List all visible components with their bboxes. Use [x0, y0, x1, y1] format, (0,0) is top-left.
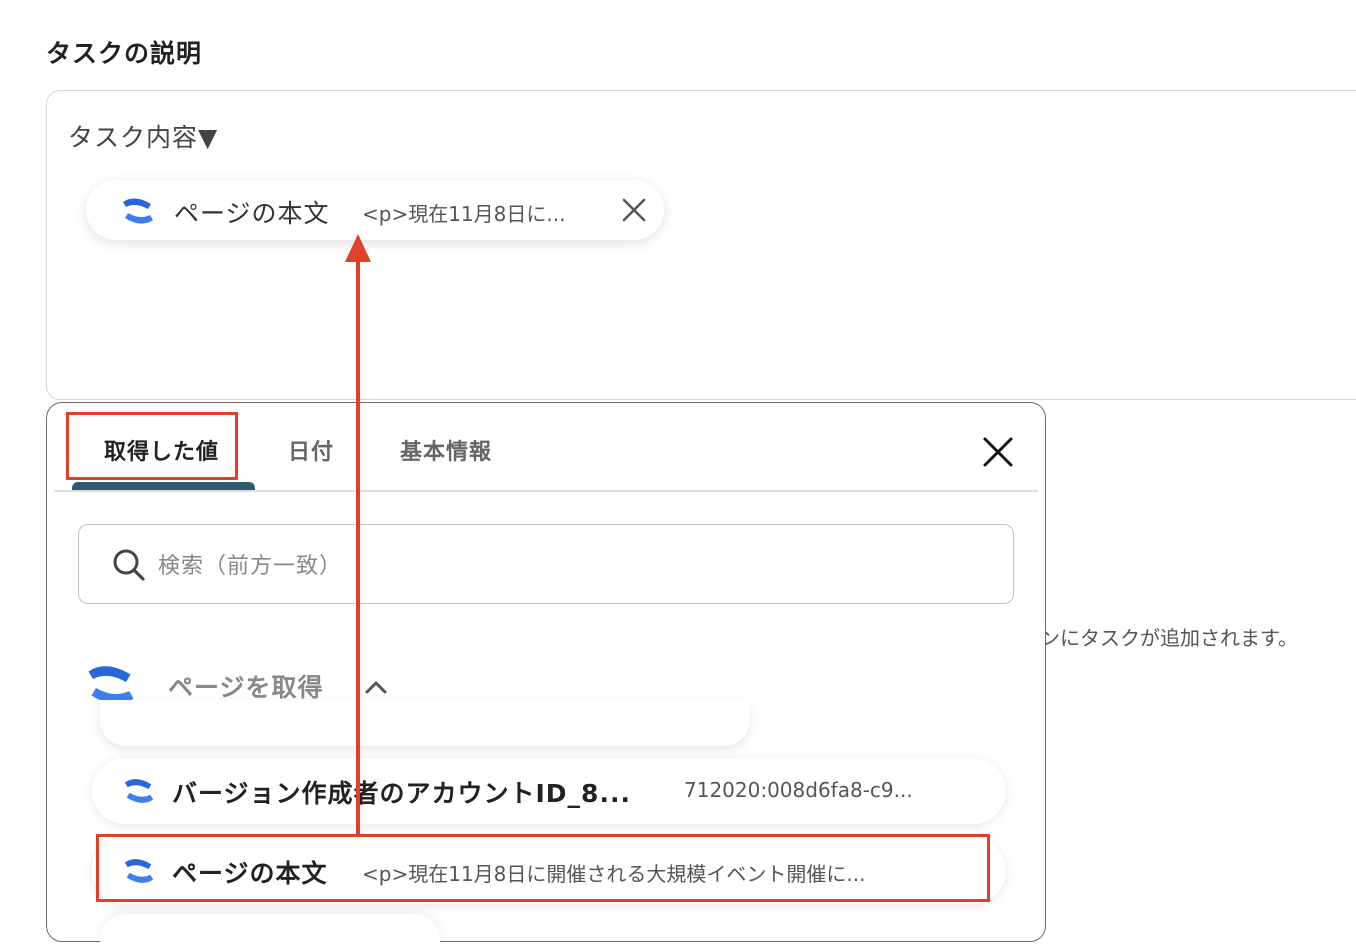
- list-item-version-author[interactable]: バージョン作成者のアカウントID_8... 712020:008d6fa8-c9…: [92, 758, 1006, 824]
- helper-text: ンにタスクが追加されます。: [1040, 626, 1298, 650]
- item-value: 712020:008d6fa8-c9...: [684, 778, 913, 802]
- search-icon: [113, 549, 145, 581]
- description-text: タスク内容▼: [68, 123, 219, 152]
- chip-title: ページの本文: [174, 199, 330, 228]
- highlight-item-box: [96, 834, 990, 902]
- list-item[interactable]: [100, 700, 750, 746]
- section-title: タスクの説明: [46, 39, 203, 68]
- active-tab-indicator: [72, 482, 255, 490]
- chip-value: <p>現在11月8日に...: [362, 202, 566, 226]
- tab-basic-info[interactable]: 基本情報: [400, 434, 492, 466]
- value-chip[interactable]: ページの本文 <p>現在11月8日に...: [86, 180, 664, 240]
- chevron-up-icon[interactable]: [364, 678, 388, 696]
- item-title: バージョン作成者のアカウントID_8...: [172, 779, 631, 808]
- close-icon[interactable]: [620, 196, 648, 224]
- highlight-tab-box: [66, 412, 238, 480]
- close-icon[interactable]: [980, 434, 1016, 470]
- search-input[interactable]: [156, 546, 860, 586]
- tab-date[interactable]: 日付: [288, 434, 334, 466]
- description-textarea[interactable]: [46, 90, 1356, 400]
- confluence-logo-icon: [123, 198, 153, 224]
- list-item[interactable]: [100, 914, 440, 944]
- confluence-logo-icon: [124, 779, 154, 803]
- tab-divider: [54, 490, 1038, 492]
- group-label[interactable]: ページを取得: [168, 668, 324, 704]
